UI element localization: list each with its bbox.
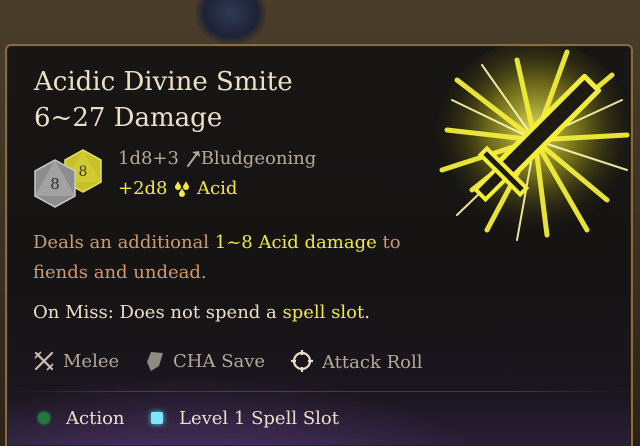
damage-range: 6~27 Damage: [34, 103, 223, 133]
damage-line-acid: +2d8 Acid: [118, 177, 237, 201]
d8-die-grey-icon: 8: [34, 159, 76, 208]
damage-dice: 8 8: [34, 149, 102, 208]
shield-icon: [147, 352, 163, 371]
damage-type: Bludgeoning: [200, 148, 317, 169]
spell-title: Acidic Divine Smite 6~27 Damage: [34, 64, 293, 136]
spell-tooltip: Acidic Divine Smite 6~27 Damage 8 8 1d8+…: [5, 44, 633, 446]
property-cha-save: CHA Save: [145, 349, 265, 375]
cost-action: Action: [38, 406, 125, 432]
damage-line-bludgeoning: 1d8+3 Bludgeoning: [118, 147, 316, 171]
on-miss-text: On Miss: Does not spend a spell slot.: [33, 302, 370, 323]
highlight-acid-damage: 1~8 Acid damage: [214, 232, 377, 253]
hammer-icon: [186, 151, 200, 167]
crosshair-icon: [291, 350, 313, 372]
svg-text:8: 8: [50, 175, 60, 193]
glowing-sword-smite-icon: [435, 46, 631, 241]
damage-formula: 1d8+3: [118, 148, 179, 169]
cost-spell-slot: Level 1 Spell Slot: [151, 406, 339, 432]
property-attack-roll: Attack Roll: [290, 349, 423, 376]
highlight-spell-slot: spell slot: [282, 302, 365, 323]
property-melee: Melee: [33, 349, 119, 375]
crossed-swords-icon: [34, 351, 54, 371]
damage-type: Acid: [196, 178, 238, 199]
action-dot-icon: [38, 412, 50, 424]
cost-divider: [7, 391, 631, 392]
background-character: [196, 0, 266, 44]
damage-formula: +2d8: [118, 178, 168, 199]
svg-text:8: 8: [79, 164, 88, 180]
spell-description: Deals an additional 1~8 Acid damage to f…: [33, 232, 401, 283]
spell-slot-icon: [151, 412, 163, 424]
spell-name: Acidic Divine Smite: [34, 67, 293, 97]
acid-drops-icon: [175, 181, 190, 197]
